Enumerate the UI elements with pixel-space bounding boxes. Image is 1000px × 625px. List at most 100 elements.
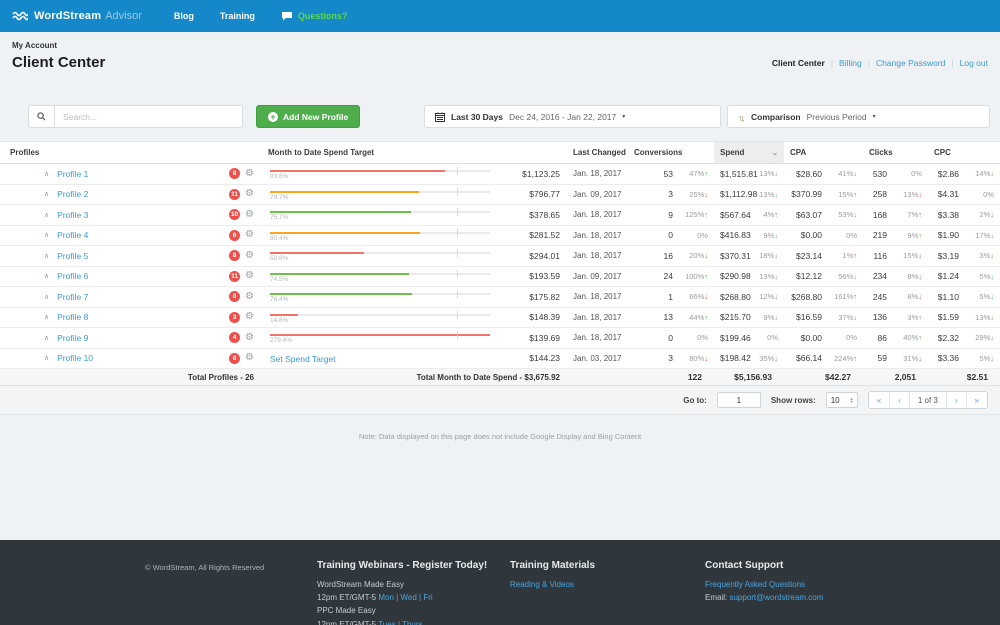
cell-spend-target: 14.8%: [262, 311, 500, 324]
collapse-chevron-icon[interactable]: ∧: [44, 354, 49, 362]
col-header-cpc[interactable]: CPC: [928, 148, 1000, 157]
alert-badge[interactable]: 8: [229, 250, 240, 261]
collapse-chevron-icon[interactable]: ∧: [44, 272, 49, 280]
collapse-chevron-icon[interactable]: ∧: [44, 211, 49, 219]
profile-link[interactable]: Profile 3: [57, 210, 88, 220]
alert-badge[interactable]: 11: [229, 189, 240, 200]
gear-icon[interactable]: ⚙: [245, 353, 254, 363]
bar-fill: [270, 293, 412, 295]
collapse-chevron-icon[interactable]: ∧: [44, 252, 49, 260]
search-icon[interactable]: [29, 106, 55, 127]
account-link-log-out[interactable]: Log out: [960, 58, 988, 68]
faq-link[interactable]: Frequently Asked Questions: [705, 580, 805, 589]
conversions-change: 80%↓: [673, 354, 708, 363]
add-new-profile-button[interactable]: + Add New Profile: [256, 105, 360, 128]
nav-link-training[interactable]: Training: [220, 11, 255, 21]
col-header-profiles[interactable]: Profiles: [0, 148, 262, 157]
gear-icon[interactable]: ⚙: [245, 292, 254, 302]
down-arrow-icon: ↓: [704, 354, 708, 363]
cell-cpa: $12.12 56%↓: [784, 271, 863, 281]
cell-cpc: $2.86 14%↓: [928, 169, 1000, 179]
spend-value: $1,515.81: [720, 169, 758, 179]
up-arrow-icon: ↑: [918, 313, 922, 322]
profile-link[interactable]: Profile 2: [57, 189, 88, 199]
gear-icon[interactable]: ⚙: [245, 271, 254, 281]
cell-spend: $370.31 18%↓: [714, 251, 784, 261]
set-spend-target-link[interactable]: Set Spend Target: [270, 354, 336, 364]
col-header-cpa[interactable]: CPA: [784, 148, 863, 157]
alert-badge[interactable]: 4: [229, 332, 240, 343]
gear-icon[interactable]: ⚙: [245, 251, 254, 261]
up-arrow-icon: ↑: [704, 313, 708, 322]
webinar-day-link[interactable]: Tues: [378, 620, 396, 625]
goto-page-input[interactable]: [717, 392, 761, 408]
profile-link[interactable]: Profile 6: [57, 271, 88, 281]
cpa-change: 56%↓: [822, 272, 857, 281]
col-header-spend[interactable]: Spend ⌄: [714, 142, 784, 163]
webinar-day-link[interactable]: Wed: [400, 593, 416, 602]
gear-icon[interactable]: ⚙: [245, 333, 254, 343]
brand-logo[interactable]: WordStream Advisor: [12, 10, 142, 22]
collapse-chevron-icon[interactable]: ∧: [44, 170, 49, 178]
collapse-chevron-icon[interactable]: ∧: [44, 313, 49, 321]
collapse-chevron-icon[interactable]: ∧: [44, 293, 49, 301]
webinar-day-link[interactable]: Fri: [423, 593, 432, 602]
up-arrow-icon: ↑: [704, 210, 708, 219]
up-arrow-icon: ↑: [853, 292, 857, 301]
profile-link[interactable]: Profile 5: [57, 251, 88, 261]
reading-videos-link[interactable]: Reading & Videos: [510, 580, 574, 589]
down-arrow-icon: ↓: [918, 272, 922, 281]
down-arrow-icon: ↓: [918, 354, 922, 363]
last-page-button[interactable]: »: [967, 392, 987, 408]
col-header-target[interactable]: Month to Date Spend Target: [262, 148, 500, 157]
gear-icon[interactable]: ⚙: [245, 189, 254, 199]
next-page-button[interactable]: ›: [947, 392, 967, 408]
rows-per-page-select[interactable]: 10 ▴▾: [826, 392, 858, 408]
alert-badge[interactable]: 11: [229, 271, 240, 282]
col-header-conversions[interactable]: Conversions: [628, 148, 714, 157]
target-tick: [457, 249, 458, 257]
gear-icon[interactable]: ⚙: [245, 230, 254, 240]
cell-conversions: 16 20%↓: [628, 251, 714, 261]
alert-badge[interactable]: 3: [229, 312, 240, 323]
questions-link[interactable]: Questions?: [281, 11, 348, 21]
profile-link[interactable]: Profile 7: [57, 292, 88, 302]
alert-badge[interactable]: 10: [229, 209, 240, 220]
col-header-last-changed[interactable]: Last Changed: [568, 148, 628, 157]
profile-link[interactable]: Profile 1: [57, 169, 88, 179]
alert-badge[interactable]: 6: [229, 230, 240, 241]
gear-icon[interactable]: ⚙: [245, 169, 254, 179]
comparison-filter[interactable]: ↑↓ Comparison Previous Period ▾: [727, 105, 990, 128]
prev-page-button[interactable]: ‹: [890, 392, 910, 408]
up-arrow-icon: ↑: [704, 169, 708, 178]
collapse-chevron-icon[interactable]: ∧: [44, 231, 49, 239]
webinar-day-link[interactable]: Mon: [378, 593, 394, 602]
nav-link-blog[interactable]: Blog: [174, 11, 194, 21]
search-input[interactable]: [55, 106, 242, 127]
alert-badge[interactable]: 8: [229, 291, 240, 302]
alert-badge[interactable]: 8: [229, 168, 240, 179]
profile-link[interactable]: Profile 8: [57, 312, 88, 322]
collapse-chevron-icon[interactable]: ∧: [44, 190, 49, 198]
alert-badge[interactable]: 8: [229, 353, 240, 364]
col-header-clicks[interactable]: Clicks: [863, 148, 928, 157]
target-percent-label: 93.6%: [270, 173, 288, 180]
account-link-billing[interactable]: Billing: [839, 58, 862, 68]
date-range-filter[interactable]: Last 30 Days Dec 24, 2016 - Jan 22, 2017…: [424, 105, 721, 128]
clicks-value: 116: [869, 251, 887, 261]
cpc-change: 5%↓: [959, 354, 994, 363]
cell-last-changed: Jan. 18, 2017: [568, 251, 628, 260]
cpc-value: $4.31: [934, 189, 959, 199]
webinar-day-link[interactable]: Thurs: [402, 620, 422, 625]
gear-icon[interactable]: ⚙: [245, 210, 254, 220]
account-link-change-password[interactable]: Change Password: [876, 58, 945, 68]
cell-conversions: 9 125%↑: [628, 210, 714, 220]
first-page-button[interactable]: «: [869, 392, 890, 408]
gear-icon[interactable]: ⚙: [245, 312, 254, 322]
collapse-chevron-icon[interactable]: ∧: [44, 334, 49, 342]
profile-link[interactable]: Profile 10: [57, 353, 93, 363]
conversions-change: 66%↓: [673, 292, 708, 301]
profile-link[interactable]: Profile 4: [57, 230, 88, 240]
support-email-link[interactable]: support@wordstream.com: [729, 593, 823, 602]
profile-link[interactable]: Profile 9: [57, 333, 88, 343]
